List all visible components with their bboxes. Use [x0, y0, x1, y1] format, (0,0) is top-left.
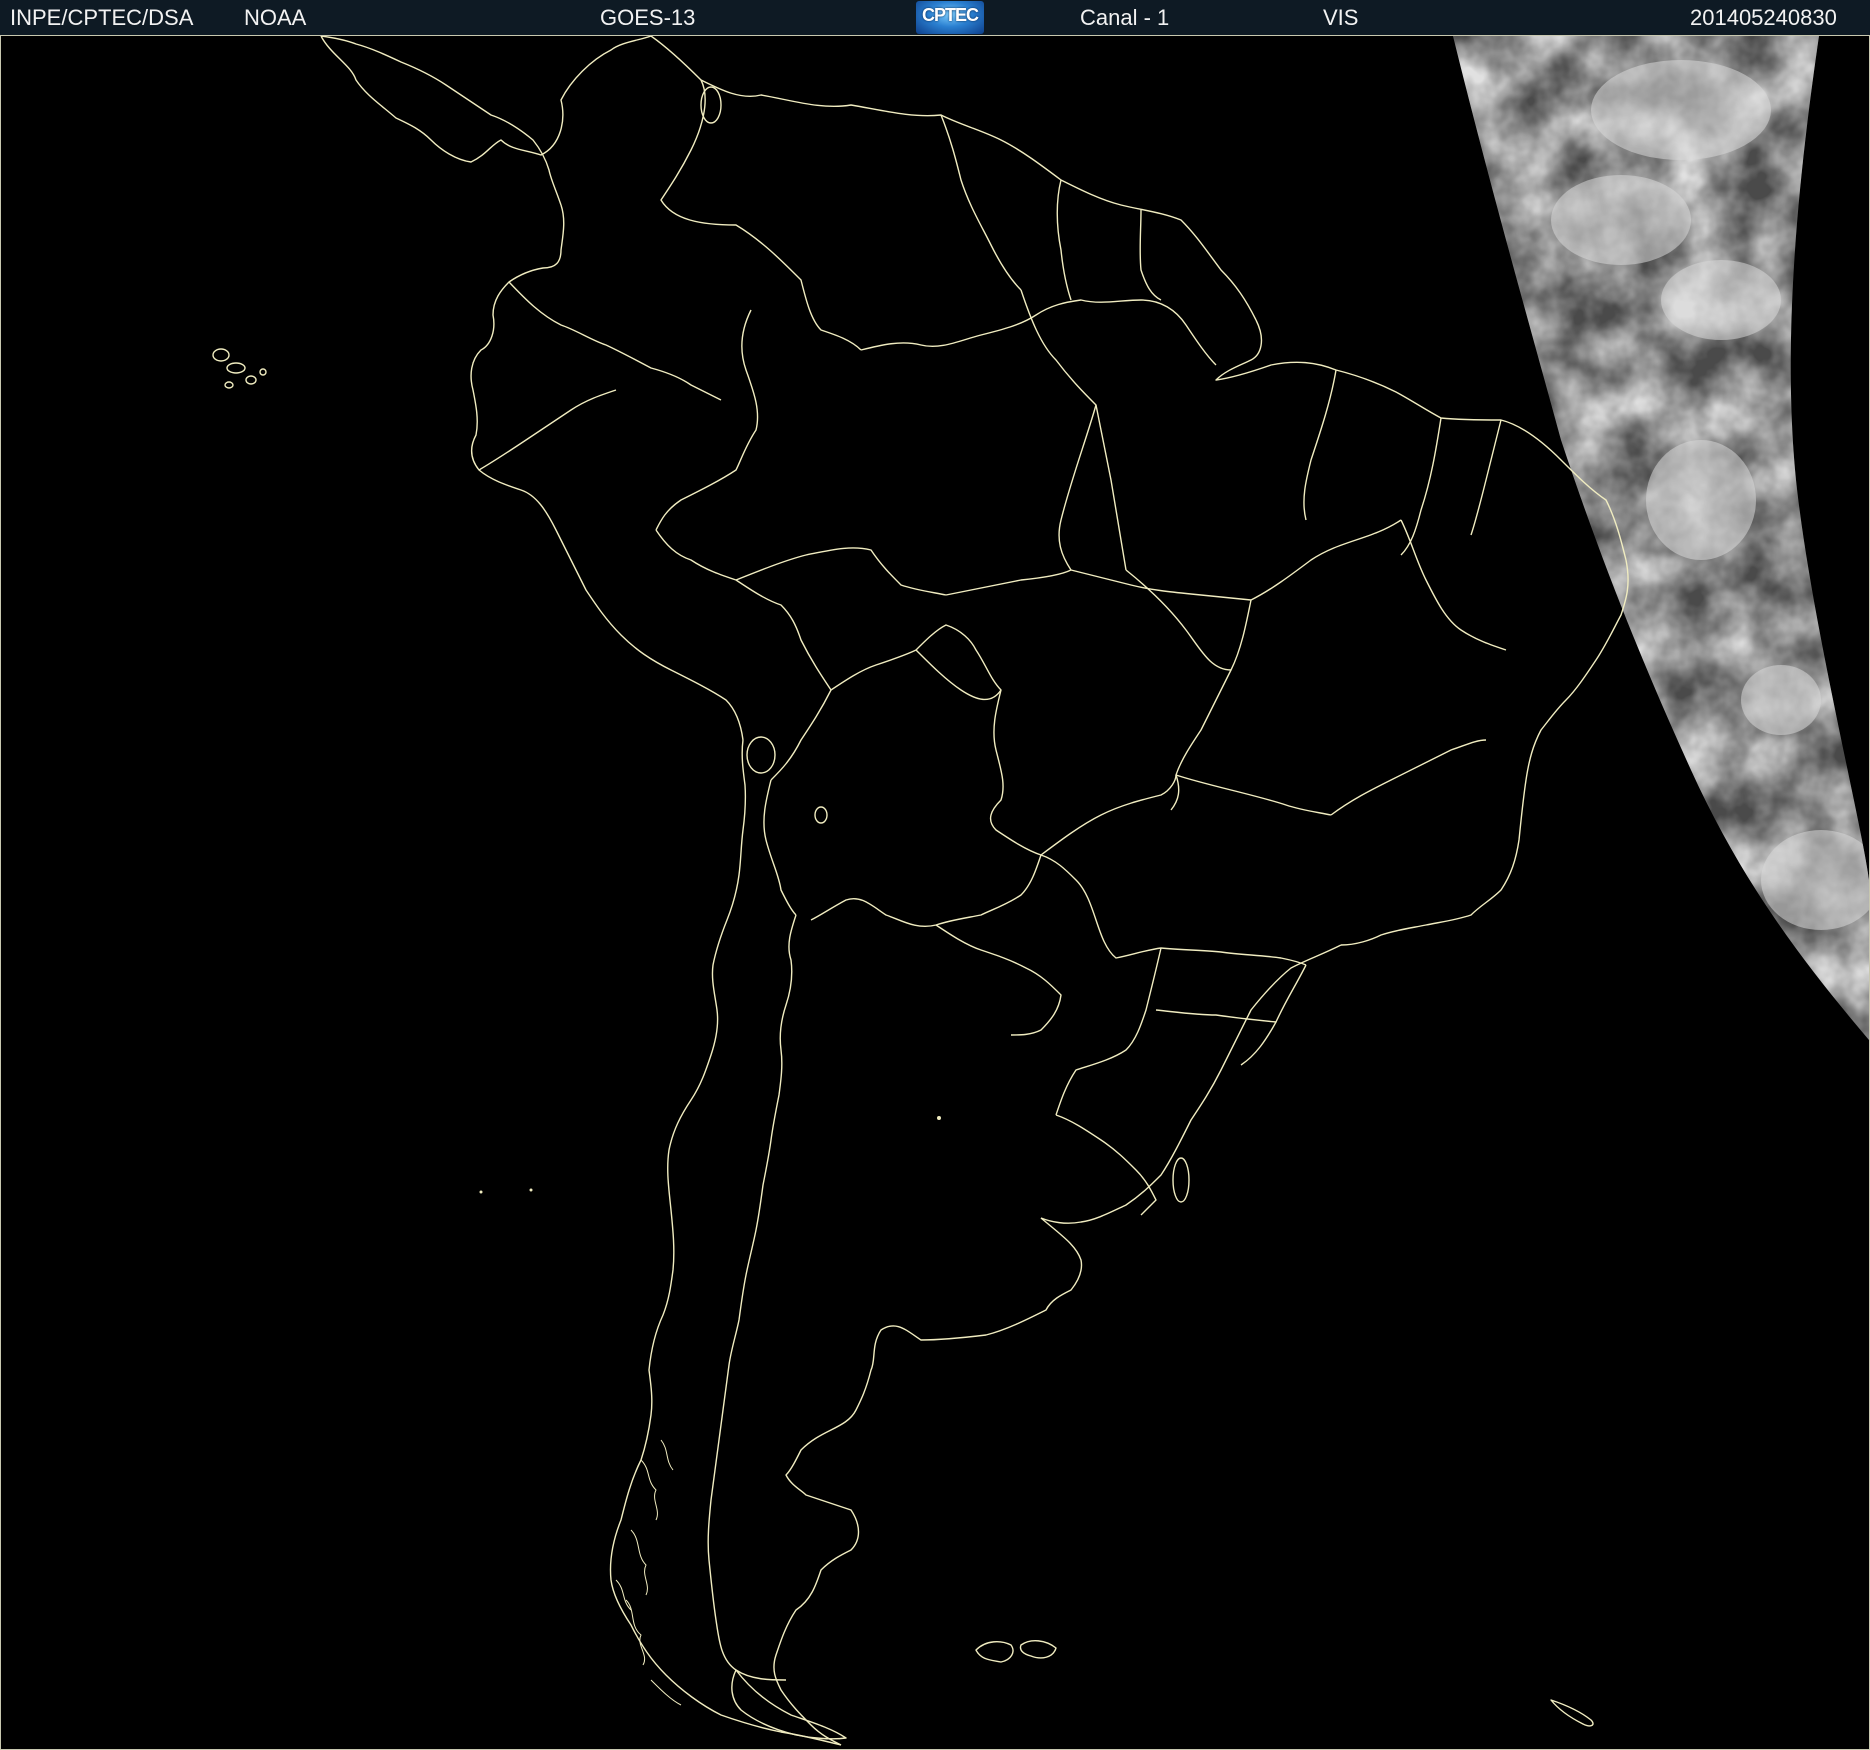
channel-label: Canal - 1: [1080, 5, 1170, 30]
timestamp-label: 201405240830: [1690, 5, 1837, 30]
cptec-logo-icon: CPTEC: [916, 1, 984, 34]
border-uruguay: [1055, 1114, 1157, 1216]
coastline-argentina: [773, 1217, 1083, 1746]
map-svg: [212, 36, 1869, 1746]
institution-label: INPE/CPTEC/DSA: [10, 5, 194, 30]
border-brazil-states-mato-grosso: [1070, 569, 1252, 601]
lake-maracaibo: [700, 86, 722, 124]
border-suriname-guiana: [1139, 209, 1162, 301]
border-brazil-states-pa-to: [1095, 404, 1127, 571]
border-argentina-chile: [707, 914, 797, 1681]
border-venezuela-guyana: [940, 114, 1022, 291]
border-ecuador-peru: [478, 389, 617, 471]
cloud-imagery: [1453, 36, 1869, 1040]
satellite-map: [0, 36, 1870, 1750]
tierra-del-fuego: [731, 1669, 847, 1740]
lake-titicaca: [746, 736, 776, 774]
border-lines: [212, 36, 1629, 1746]
band-label: VIS: [1323, 5, 1359, 30]
border-brazil-states-mt-to: [945, 569, 1072, 596]
border-brazil-states-go: [1125, 569, 1232, 671]
border-colombia-brazil: [655, 309, 759, 531]
coastline-southeast: [1040, 944, 1342, 1224]
border-bolivia-brazil: [830, 624, 1042, 856]
coastline-caribbean: [650, 36, 1257, 321]
border-argentina-brazil: [1055, 947, 1162, 1116]
coastline-north: [320, 36, 652, 163]
border-brazil-states-rs: [1155, 1009, 1277, 1023]
coastline-colombia: [320, 36, 562, 206]
border-brazil-states-pr-sc: [1240, 964, 1307, 1066]
border-brazil-states-pi: [1303, 369, 1337, 521]
border-bolivia-paraguay: [810, 854, 1042, 927]
border-peru-brazil: [655, 529, 832, 691]
border-peru-bolivia: [770, 689, 832, 781]
border-argentina-paraguay: [935, 924, 1062, 1036]
border-brazil-states-ac: [735, 547, 947, 596]
galapagos-islands: [212, 348, 267, 389]
border-brazil-states-ms: [1040, 774, 1177, 856]
border-amazonas-para: [1020, 289, 1097, 571]
border-brazil-north: [860, 299, 1217, 366]
south-georgia-island: [1550, 1699, 1594, 1727]
border-brazil-states-mg: [1330, 739, 1487, 816]
lake-poopo: [814, 806, 828, 824]
falkland-islands: [975, 1640, 1057, 1663]
header-bar: INPE/CPTEC/DSA NOAA GOES-13 CPTEC Canal …: [0, 0, 1870, 36]
border-brazil-states-rn: [1470, 419, 1502, 536]
agency-label: NOAA: [244, 5, 307, 30]
lake-patos: [1172, 1157, 1190, 1203]
border-brazil-states-central: [1170, 599, 1252, 811]
border-brazil-states-south: [1160, 947, 1307, 966]
border-venezuela-colombia: [660, 79, 862, 351]
coastline-east: [1340, 559, 1629, 946]
border-paraguay-brazil: [1040, 854, 1162, 959]
border-brazil-states-ba: [1400, 519, 1507, 651]
chile-fjords: [615, 1439, 682, 1706]
border-brazil-states-ro: [915, 649, 1002, 701]
border-brazil-states-se: [1175, 774, 1332, 816]
border-brazil-states-east: [1250, 519, 1402, 601]
satellite-label: GOES-13: [600, 5, 696, 30]
border-chile-bolivia: [763, 779, 797, 916]
logo-text: CPTEC: [921, 5, 979, 25]
border-colombia-ecuador-peru: [508, 281, 722, 401]
coastline-pacific: [609, 739, 842, 1746]
border-guyana-suriname: [1056, 179, 1072, 301]
small-islands: [479, 1116, 941, 1194]
